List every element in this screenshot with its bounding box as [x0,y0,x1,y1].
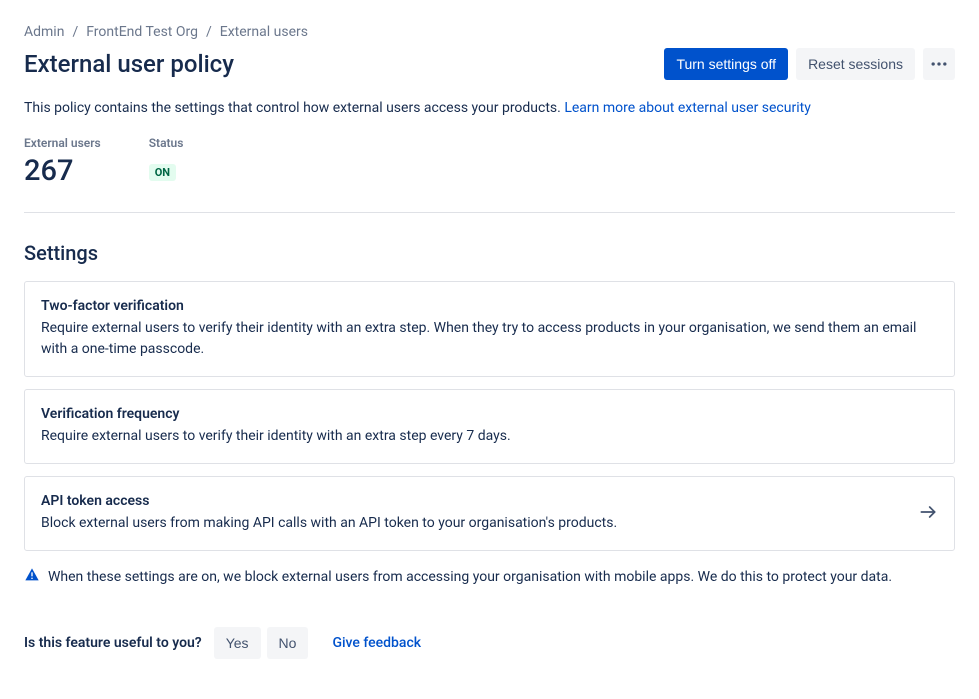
feedback-no-button[interactable]: No [267,627,309,659]
give-feedback-link[interactable]: Give feedback [332,635,421,651]
settings-card-desc: Require external users to verify their i… [41,318,938,360]
more-actions-button[interactable] [923,48,955,80]
stats-row: External users 267 Status ON [24,136,955,188]
settings-card-title: API token access [41,493,906,509]
breadcrumb-separator: / [72,24,78,40]
settings-card-verification-frequency[interactable]: Verification frequency Require external … [24,389,955,464]
page-title: External user policy [24,50,234,78]
breadcrumb-item-org[interactable]: FrontEnd Test Org [86,24,198,40]
divider [24,212,955,213]
breadcrumb-item-external-users[interactable]: External users [220,24,308,40]
learn-more-link[interactable]: Learn more about external user security [564,100,811,116]
settings-card-two-factor[interactable]: Two-factor verification Require external… [24,281,955,377]
external-users-stat: External users 267 [24,136,101,188]
breadcrumb-item-admin[interactable]: Admin [24,24,64,40]
settings-card-desc: Require external users to verify their i… [41,426,938,447]
feedback-row: Is this feature useful to you? Yes No Gi… [24,627,955,659]
settings-card-desc: Block external users from making API cal… [41,513,906,534]
settings-section-title: Settings [24,241,955,265]
breadcrumb-separator: / [206,24,212,40]
reset-sessions-button[interactable]: Reset sessions [796,48,915,80]
page-header: External user policy Turn settings off R… [24,48,955,80]
stat-label: Status [149,136,184,150]
info-message: When these settings are on, we block ext… [24,567,955,587]
page-description: This policy contains the settings that c… [24,100,955,116]
status-badge: ON [149,164,176,181]
settings-card-api-token[interactable]: API token access Block external users fr… [24,476,955,551]
breadcrumb: Admin / FrontEnd Test Org / External use… [24,24,955,40]
more-horizontal-icon [929,54,949,74]
stat-label: External users [24,136,101,150]
header-actions: Turn settings off Reset sessions [664,48,955,80]
settings-card-title: Two-factor verification [41,298,938,314]
warning-icon [24,567,40,587]
feedback-label: Is this feature useful to you? [24,635,202,651]
arrow-right-icon [918,502,938,526]
turn-settings-off-button[interactable]: Turn settings off [664,48,788,80]
info-text: When these settings are on, we block ext… [48,569,892,585]
feedback-yes-button[interactable]: Yes [214,627,261,659]
status-stat: Status ON [149,136,184,188]
settings-card-title: Verification frequency [41,406,938,422]
external-users-count: 267 [24,154,101,188]
